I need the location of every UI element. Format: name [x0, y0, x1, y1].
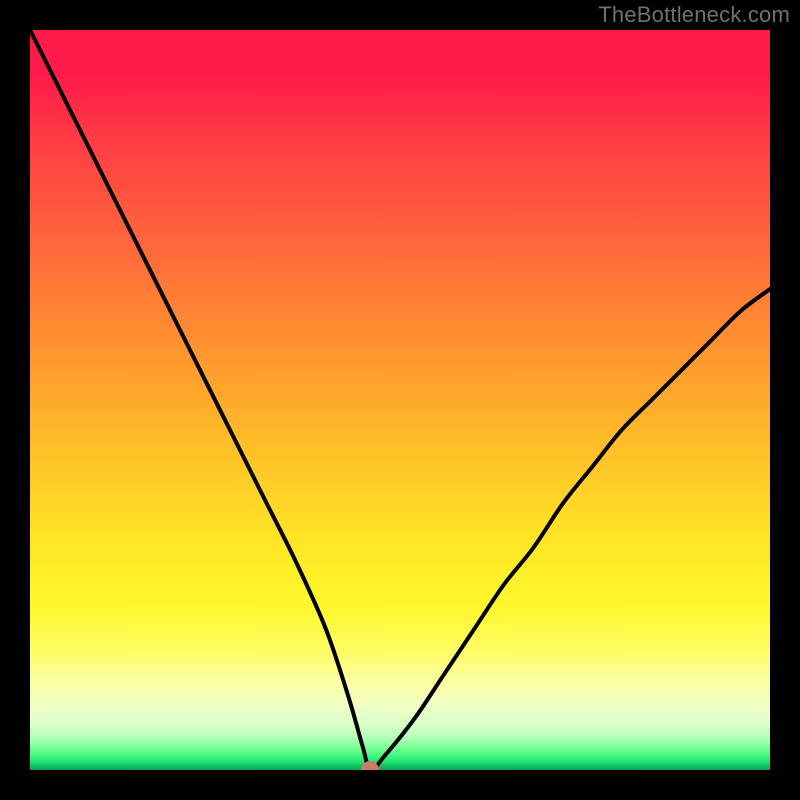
curve-path — [30, 30, 770, 770]
plot-area — [30, 30, 770, 770]
bottleneck-curve — [30, 30, 770, 770]
chart-stage: TheBottleneck.com — [0, 0, 800, 800]
watermark-text: TheBottleneck.com — [598, 2, 790, 28]
